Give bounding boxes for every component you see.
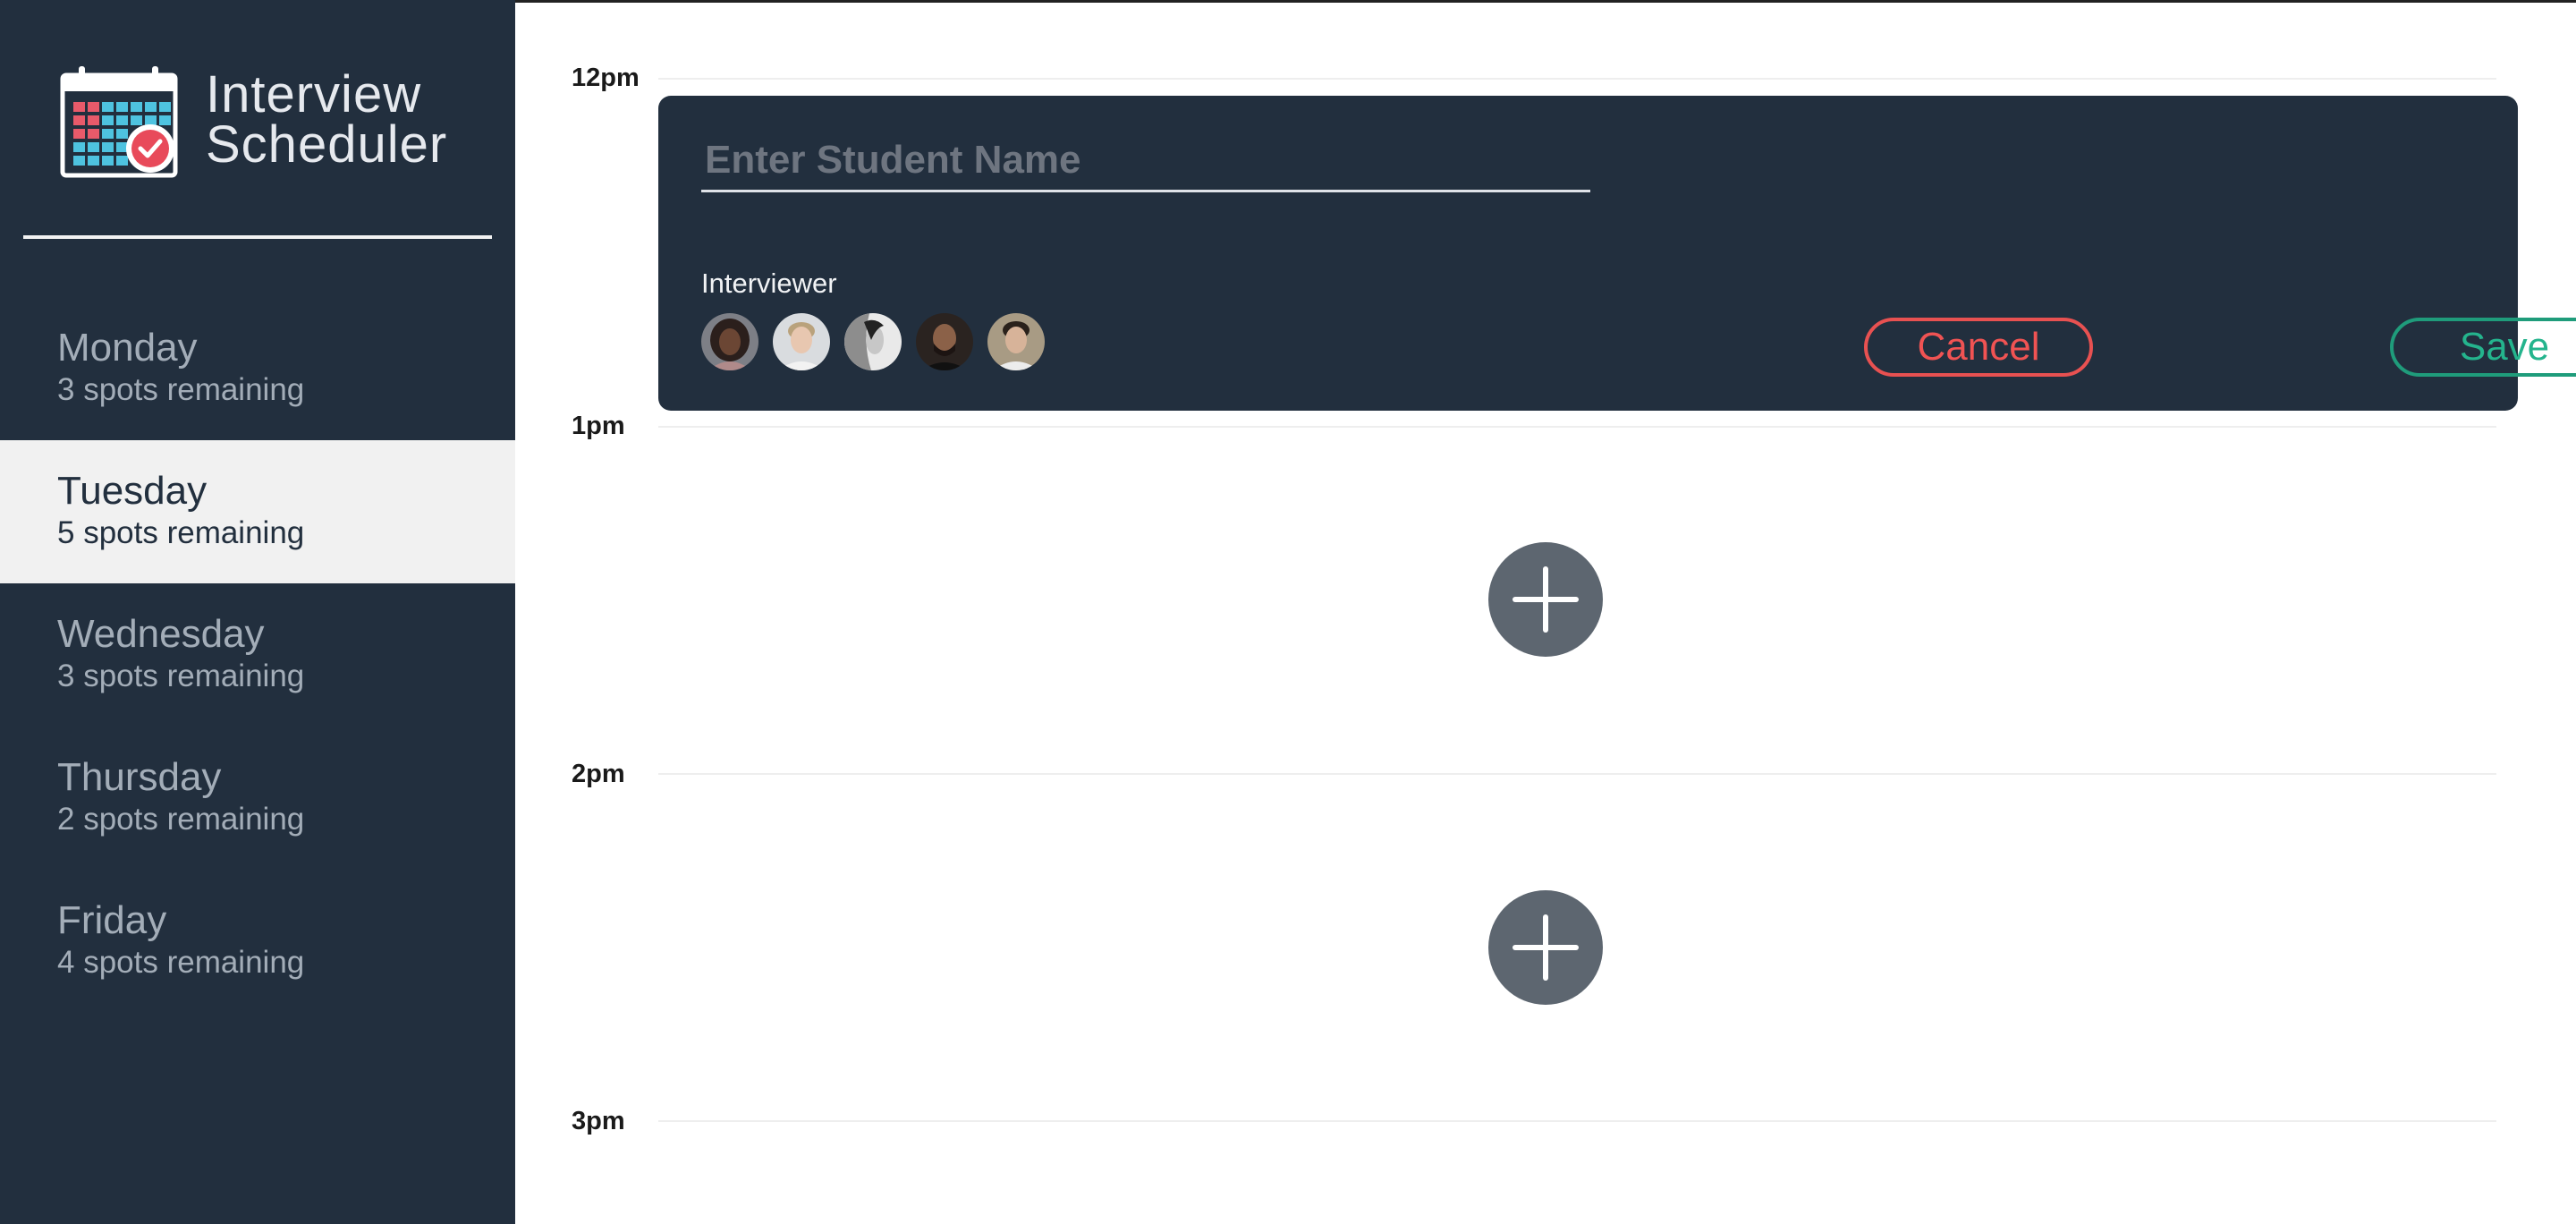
calendar-check-icon	[59, 66, 179, 179]
interviewer-list	[701, 313, 1045, 370]
day-name: Monday	[57, 326, 198, 370]
day-name: Wednesday	[57, 612, 265, 656]
app-title-line-2: Scheduler	[206, 115, 448, 174]
student-name-input[interactable]	[701, 130, 1590, 192]
plus-icon	[1513, 566, 1579, 633]
time-divider	[658, 78, 2496, 80]
day-spots-remaining: 5 spots remaining	[57, 515, 305, 550]
app-root: Interview Scheduler Monday 3 spots remai…	[0, 0, 2576, 1224]
day-spots-remaining: 3 spots remaining	[57, 659, 305, 693]
day-spots-remaining: 4 spots remaining	[57, 945, 305, 980]
appointment-form: Interviewer	[658, 96, 2576, 411]
day-spots-remaining: 2 spots remaining	[57, 802, 305, 837]
interviewer-label: Interviewer	[701, 268, 837, 299]
day-item-thursday[interactable]: Thursday 2 spots remaining	[0, 727, 515, 870]
time-divider	[658, 426, 2496, 428]
day-item-monday[interactable]: Monday 3 spots remaining	[0, 297, 515, 440]
interviewer-avatar-2[interactable]	[773, 313, 830, 370]
interviewer-avatar-5[interactable]	[987, 313, 1045, 370]
day-item-tuesday[interactable]: Tuesday 5 spots remaining	[0, 440, 515, 583]
app-title: Interview Scheduler	[206, 65, 448, 174]
sidebar: Interview Scheduler Monday 3 spots remai…	[0, 0, 515, 1224]
day-name: Tuesday	[57, 469, 208, 513]
day-name: Thursday	[57, 755, 222, 799]
add-appointment-button[interactable]	[1488, 890, 1603, 1005]
add-appointment-button[interactable]	[1488, 542, 1603, 657]
time-label-3pm: 3pm	[572, 1107, 625, 1135]
time-divider	[658, 773, 2496, 775]
schedule: 12pm 1pm 2pm 3pm Interviewer	[515, 0, 2576, 1224]
interviewer-avatar-3[interactable]	[844, 313, 902, 370]
interviewer-avatar-4[interactable]	[916, 313, 973, 370]
save-button[interactable]: Save	[2390, 318, 2576, 377]
day-spots-remaining: 3 spots remaining	[57, 372, 305, 407]
time-divider	[658, 1120, 2496, 1122]
day-name: Friday	[57, 898, 167, 942]
day-list: Monday 3 spots remaining Tuesday 5 spots…	[0, 297, 515, 1013]
interviewer-avatar-1[interactable]	[701, 313, 758, 370]
sidebar-divider	[23, 235, 492, 239]
plus-icon	[1513, 914, 1579, 981]
day-item-wednesday[interactable]: Wednesday 3 spots remaining	[0, 583, 515, 727]
time-label-1pm: 1pm	[572, 412, 625, 440]
cancel-button[interactable]: Cancel	[1864, 318, 2093, 377]
app-title-line-1: Interview	[206, 65, 422, 123]
time-label-12pm: 12pm	[572, 64, 640, 92]
time-label-2pm: 2pm	[572, 760, 625, 788]
day-item-friday[interactable]: Friday 4 spots remaining	[0, 870, 515, 1013]
